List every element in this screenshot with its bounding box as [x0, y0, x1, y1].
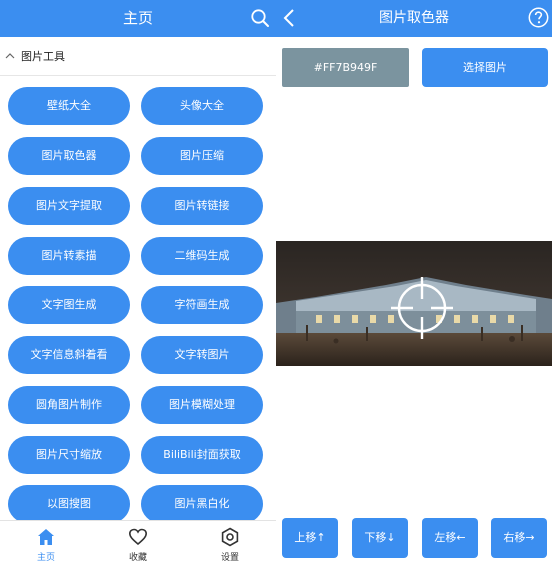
- nav-settings-label: 设置: [220, 553, 239, 562]
- move-up-button[interactable]: 上移↑: [282, 518, 338, 558]
- home-header: 主页: [0, 0, 276, 37]
- select-image-button[interactable]: 选择图片: [422, 48, 548, 87]
- tool-button-bilibili-cover[interactable]: BiliBili封面获取: [141, 436, 263, 474]
- section-header-image-tools[interactable]: 图片工具: [0, 37, 276, 76]
- color-picker-screen: 图片取色器 #FF7B949F 选择图片 上移↑ 下移↓ 左移← 右移→: [276, 0, 552, 562]
- move-left-button[interactable]: 左移←: [422, 518, 478, 558]
- move-right-button[interactable]: 右移→: [491, 518, 547, 558]
- tool-button-text-to-image[interactable]: 文字转图片: [141, 336, 263, 374]
- nav-favorites[interactable]: 收藏: [92, 521, 184, 562]
- move-down-button[interactable]: 下移↓: [352, 518, 408, 558]
- tool-grid: 壁纸大全 头像大全 图片取色器 图片压缩 图片文字提取 图片转链接 图片转素描 …: [0, 86, 276, 520]
- tool-button-wallpapers[interactable]: 壁纸大全: [8, 87, 130, 125]
- home-screen: 主页 图片工具 壁纸大全 头像大全 图片取色器 图片压缩 图片文字提取 图片转链…: [0, 0, 276, 562]
- section-label: 图片工具: [21, 50, 65, 63]
- home-title: 主页: [122, 9, 153, 27]
- chevron-up-icon: [5, 53, 15, 59]
- settings-icon: [221, 527, 239, 547]
- tool-button-qrcode[interactable]: 二维码生成: [141, 237, 263, 275]
- tool-button-image-compress[interactable]: 图片压缩: [141, 137, 263, 175]
- nav-favorites-label: 收藏: [128, 553, 147, 562]
- nav-settings[interactable]: 设置: [184, 521, 276, 562]
- tool-button-grayscale[interactable]: 图片黑白化: [141, 485, 263, 520]
- bottom-navigation: 主页 收藏 设置: [0, 520, 276, 562]
- heart-icon: [128, 528, 148, 546]
- tool-button-text-image[interactable]: 文字图生成: [8, 286, 130, 324]
- nav-home[interactable]: 主页: [0, 521, 92, 562]
- help-icon[interactable]: [528, 7, 549, 28]
- tool-button-slanted-text[interactable]: 文字信息斜着看: [8, 336, 130, 374]
- color-value-display: #FF7B949F: [282, 48, 409, 87]
- color-picker-header: 图片取色器: [276, 0, 552, 37]
- tool-button-color-picker[interactable]: 图片取色器: [8, 137, 130, 175]
- preview-image[interactable]: [276, 241, 552, 366]
- tool-button-rounded-corners[interactable]: 圆角图片制作: [8, 386, 130, 424]
- tool-button-image-to-link[interactable]: 图片转链接: [141, 187, 263, 225]
- tool-button-resize[interactable]: 图片尺寸缩放: [8, 436, 130, 474]
- nav-home-label: 主页: [36, 553, 55, 562]
- tool-button-reverse-search[interactable]: 以图搜图: [8, 485, 130, 520]
- search-icon[interactable]: [250, 8, 270, 28]
- home-icon: [38, 529, 54, 545]
- tool-button-sketch[interactable]: 图片转素描: [8, 237, 130, 275]
- tool-button-blur[interactable]: 图片模糊处理: [141, 386, 263, 424]
- tool-button-text-extract[interactable]: 图片文字提取: [8, 187, 130, 225]
- tool-button-ascii-art[interactable]: 字符画生成: [141, 286, 263, 324]
- tool-button-avatars[interactable]: 头像大全: [141, 87, 263, 125]
- color-picker-title: 图片取色器: [379, 10, 449, 26]
